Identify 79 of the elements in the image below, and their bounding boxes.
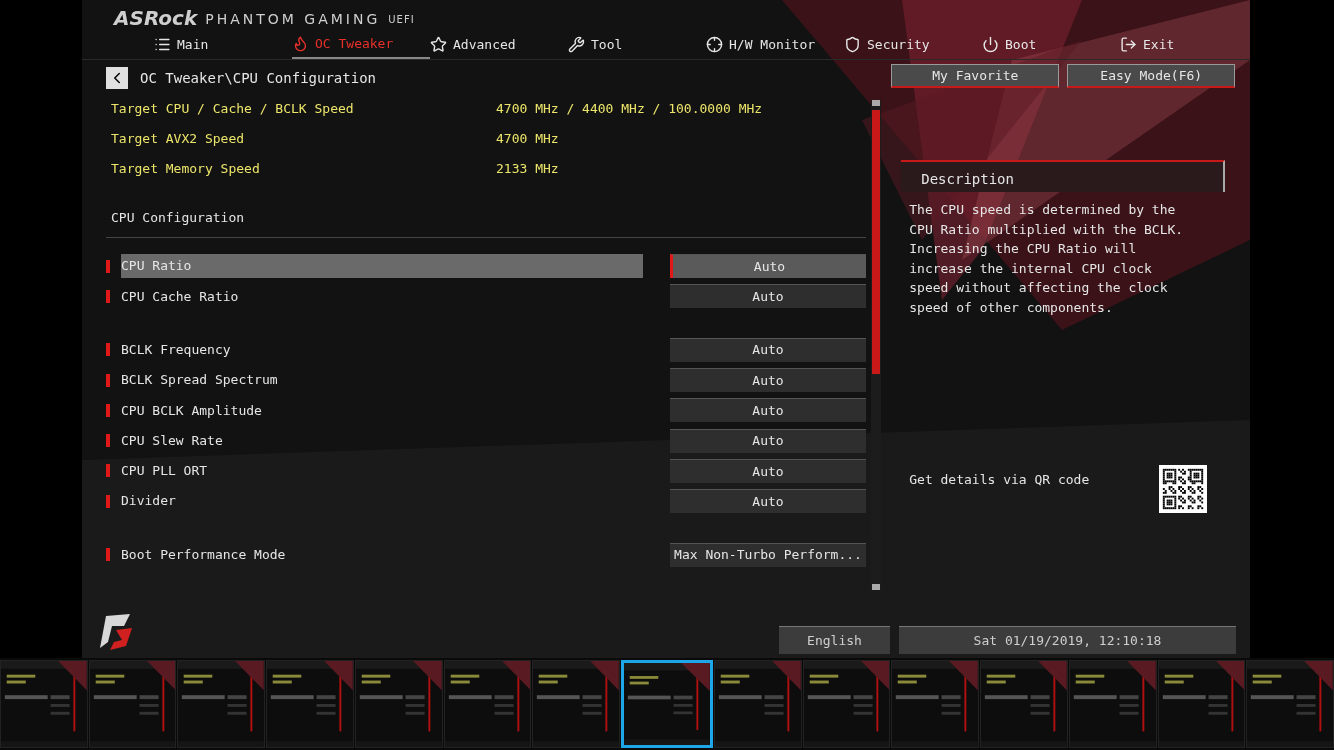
setting-value-button[interactable]: Auto	[670, 284, 866, 309]
nav-tab[interactable]: Security	[844, 30, 982, 59]
uefi-label: UEFI	[388, 13, 415, 27]
description-header: Description	[901, 160, 1226, 192]
setting-marker-icon	[106, 434, 110, 448]
star-icon	[430, 36, 447, 53]
thumbnail[interactable]	[621, 660, 713, 748]
info-label: Target Memory Speed	[111, 160, 261, 179]
thumbnail[interactable]	[1157, 660, 1246, 748]
crosshair-icon	[706, 36, 723, 53]
datetime-display: Sat 01/19/2019, 12:10:18	[899, 626, 1236, 654]
nav-tab[interactable]: Advanced	[430, 30, 568, 59]
setting-marker-icon	[106, 259, 110, 273]
exit-icon	[1120, 36, 1137, 53]
info-value: 2133 MHz	[496, 160, 559, 179]
thumbnail[interactable]	[532, 660, 621, 748]
wrench-icon	[568, 36, 585, 53]
setting-value-button[interactable]: Auto	[670, 254, 866, 279]
setting-label[interactable]: CPU BCLK Amplitude	[121, 398, 643, 423]
setting-label[interactable]: CPU Slew Rate	[121, 428, 643, 453]
nav-tab[interactable]: Exit	[1120, 30, 1250, 59]
setting-label[interactable]: BCLK Spread Spectrum	[121, 368, 643, 393]
setting-marker-icon	[106, 548, 110, 561]
setting-marker-icon	[106, 403, 110, 417]
thumbnail[interactable]	[0, 660, 88, 748]
power-icon	[982, 36, 999, 53]
breadcrumb: OC Tweaker\CPU Configuration	[140, 68, 376, 88]
list-icon	[154, 36, 171, 53]
setting-value-button[interactable]: Auto	[670, 368, 866, 393]
mode-button[interactable]: Easy Mode(F6)	[1067, 64, 1236, 88]
thumbnail[interactable]	[266, 660, 354, 748]
setting-marker-icon	[106, 494, 110, 508]
info-label: Target AVX2 Speed	[111, 130, 246, 149]
info-value: 4700 MHz	[496, 130, 559, 149]
thumbnail[interactable]	[88, 660, 177, 748]
setting-value-button[interactable]: Auto	[670, 489, 866, 514]
setting-marker-icon	[106, 373, 110, 387]
thumbnail[interactable]	[891, 660, 980, 748]
nav-tab[interactable]: H/W Monitor	[706, 30, 844, 59]
setting-label[interactable]: Boot Performance Mode	[121, 542, 643, 567]
nav-tab[interactable]: Tool	[568, 30, 706, 59]
thumbnail[interactable]	[177, 660, 266, 748]
setting-label[interactable]: Divider	[121, 489, 643, 514]
setting-value-button[interactable]: Auto	[670, 337, 866, 362]
mode-button[interactable]: My Favorite	[891, 64, 1060, 88]
back-button[interactable]	[106, 67, 128, 89]
thumbnail[interactable]	[354, 660, 443, 748]
product-title: PHANTOM GAMING	[205, 10, 381, 29]
thumbnail[interactable]	[1068, 660, 1157, 748]
setting-marker-icon	[106, 343, 110, 357]
nav-tab[interactable]: OC Tweaker	[292, 30, 430, 59]
setting-value-button[interactable]: Max Non-Turbo Perform...	[670, 542, 866, 567]
qr-code-icon	[1159, 465, 1208, 513]
scrollbar[interactable]	[871, 100, 882, 590]
setting-value-button[interactable]: Auto	[670, 458, 866, 483]
description-text: The CPU speed is determined by the CPU Ratio multiplied with the BCLK. Increasing the CPU Ratio will increase the internal CPU clock speed without affecting the clock speed of other components.	[909, 201, 1185, 317]
qr-caption: Get details via QR code	[909, 471, 1090, 489]
thumbnail[interactable]	[443, 660, 532, 748]
flame-icon	[292, 35, 309, 52]
language-button[interactable]: English	[779, 626, 890, 654]
brand-logo: ASRock	[114, 6, 198, 30]
section-title: CPU Configuration	[111, 208, 245, 227]
setting-label[interactable]: CPU Ratio	[121, 254, 643, 279]
setting-value-button[interactable]: Auto	[670, 428, 866, 453]
thumbnail[interactable]	[802, 660, 891, 748]
thumbnail[interactable]	[1246, 660, 1334, 748]
setting-marker-icon	[106, 464, 110, 478]
setting-label[interactable]: CPU PLL ORT	[121, 458, 643, 483]
setting-label[interactable]: CPU Cache Ratio	[121, 284, 643, 309]
info-label: Target CPU / Cache / BCLK Speed	[111, 100, 355, 119]
setting-label[interactable]: BCLK Frequency	[121, 337, 643, 362]
shield-icon	[844, 36, 861, 53]
nav-tab[interactable]: Boot	[982, 30, 1120, 59]
thumbnail[interactable]	[980, 660, 1068, 748]
setting-marker-icon	[106, 289, 110, 303]
thumbnail[interactable]	[713, 660, 802, 748]
info-value: 4700 MHz / 4400 MHz / 100.0000 MHz	[496, 100, 763, 119]
setting-value-button[interactable]: Auto	[670, 398, 866, 423]
nav-tab[interactable]: Main	[154, 30, 292, 59]
